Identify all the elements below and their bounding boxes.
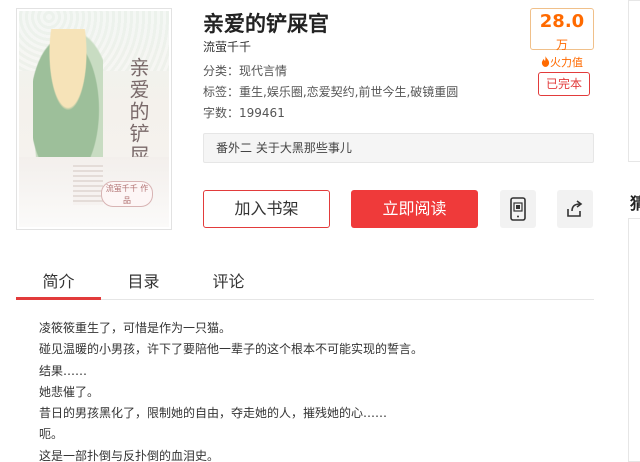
mobile-qrcode-icon	[510, 197, 526, 221]
book-cover[interactable]: 亲爱的铲屎官 流萤千千 作品	[16, 8, 172, 230]
book-author[interactable]: 流萤千千	[203, 38, 251, 55]
book-tags: 标签：重生,娱乐圈,恋爱契约,前世今生,破镜重圆	[203, 85, 459, 99]
status-badge: 已完本	[538, 72, 590, 96]
intro-line: 这是一部扑倒与反扑倒的血泪史。	[39, 448, 220, 462]
cover-girl-figure	[33, 29, 103, 159]
tags-value: 重生,娱乐圈,恋爱契约,前世今生,破镜重圆	[239, 85, 459, 99]
flame-icon	[541, 56, 550, 67]
add-to-shelf-button[interactable]: 加入书架	[203, 190, 330, 228]
wordcount-value: 199461	[239, 106, 285, 120]
hot-value-badge: 28.0 万 火力值	[530, 8, 594, 69]
read-now-button[interactable]: 立即阅读	[351, 190, 478, 228]
book-title: 亲爱的铲屎官	[203, 12, 329, 36]
mobile-read-button[interactable]	[500, 190, 536, 228]
hot-value-unit: 万	[555, 38, 568, 52]
tab-catalog[interactable]: 目录	[101, 264, 186, 300]
share-button[interactable]	[557, 190, 593, 228]
category-value[interactable]: 现代言情	[239, 64, 287, 78]
tab-comments[interactable]: 评论	[186, 264, 271, 300]
intro-line: 碰见温暖的小男孩，许下了要陪他一辈子的这个根本不可能实现的誓言。	[39, 342, 424, 357]
intro-line: 昔日的男孩黑化了，限制她的自由，夺走她的人，摧残她的心……	[39, 406, 388, 421]
content-tabs: 简介 目录 评论	[16, 264, 594, 300]
cover-author-seal: 流萤千千 作品	[101, 181, 153, 207]
book-wordcount: 字数：199461	[203, 106, 285, 120]
intro-line: 结果……	[39, 363, 88, 378]
sidebar-panel-top	[628, 0, 640, 162]
share-icon	[567, 200, 583, 217]
hot-value-label: 火力值	[550, 56, 583, 69]
book-category: 分类：现代言情	[203, 64, 288, 78]
latest-chapter-link[interactable]: 番外二 关于大黑那些事儿	[203, 133, 594, 163]
intro-line: 她悲催了。	[39, 384, 100, 399]
hot-value-number: 28.0	[539, 11, 585, 32]
tab-intro[interactable]: 简介	[16, 264, 101, 300]
book-intro: 凌筱筱重生了，可惜是作为一只猫。 碰见温暖的小男孩，许下了要陪他一辈子的这个根本…	[39, 318, 423, 462]
sidebar-panel-recommend	[628, 218, 640, 462]
sidebar-title: 猜	[630, 194, 640, 213]
intro-line: 呃。	[39, 427, 64, 442]
cover-illustration: 亲爱的铲屎官 流萤千千 作品	[19, 11, 169, 227]
intro-line: 凌筱筱重生了，可惜是作为一只猫。	[39, 321, 232, 335]
